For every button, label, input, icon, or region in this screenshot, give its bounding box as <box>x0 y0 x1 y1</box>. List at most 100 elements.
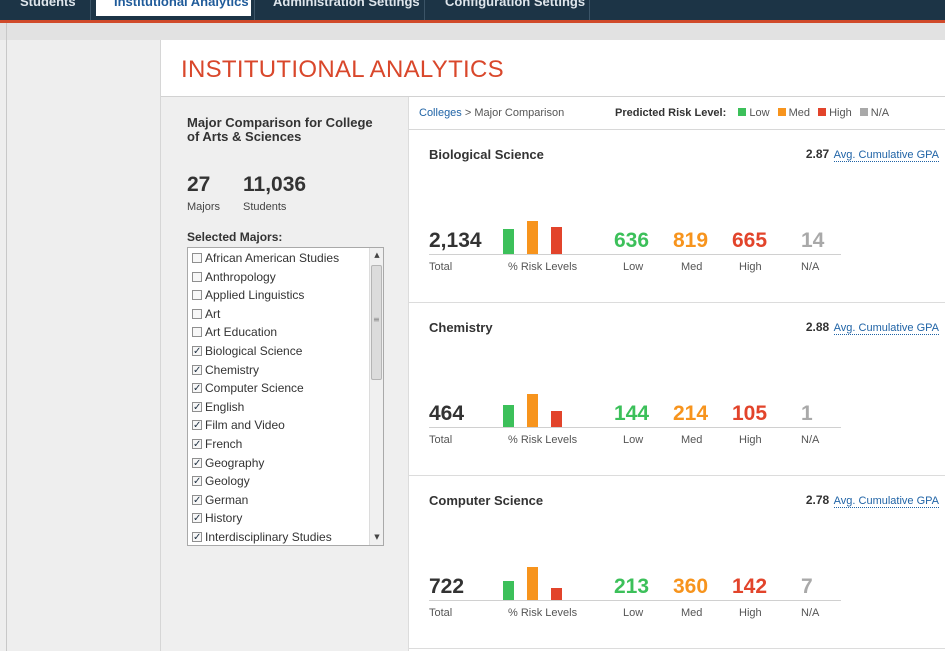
checked-checkbox[interactable] <box>192 417 202 435</box>
low-count: 636 <box>614 229 650 252</box>
low-label: Low <box>623 261 644 273</box>
major-list-item[interactable]: Film and Video <box>192 416 285 435</box>
tab-configuration-settings[interactable]: Configuration Settings <box>445 0 585 16</box>
avg-gpa-value: 2.87 <box>805 147 830 161</box>
major-list-item[interactable]: African American Studies <box>192 249 339 267</box>
major-list-item[interactable]: Applied Linguistics <box>192 286 304 304</box>
major-list-item[interactable]: Chemistry <box>192 361 259 380</box>
total-students: 2,134 <box>429 229 482 252</box>
major-label: Art <box>205 306 221 321</box>
major-label: African American Studies <box>205 251 340 265</box>
med-label: Med <box>681 434 703 446</box>
major-list-item[interactable]: Interdisciplinary Studies <box>192 528 332 545</box>
risk-legend: Predicted Risk Level: Low Med High N/A <box>615 107 891 119</box>
low-label: Low <box>623 434 644 446</box>
listbox-scrollbar[interactable]: ▲ ≡ ▼ <box>369 248 383 545</box>
scroll-up-icon[interactable]: ▲ <box>372 251 382 259</box>
low-risk-bar <box>503 581 514 601</box>
med-label: Med <box>681 261 703 273</box>
major-label: Geography <box>205 455 265 470</box>
major-list-item[interactable]: English <box>192 398 244 417</box>
page-title: INSTITUTIONAL ANALYTICS <box>181 56 504 83</box>
med-risk-bar <box>527 394 538 428</box>
total-label: Total <box>429 434 453 446</box>
checkbox[interactable] <box>192 327 202 338</box>
na-swatch <box>859 108 868 116</box>
checkbox[interactable] <box>192 290 202 301</box>
checkbox[interactable] <box>192 271 202 282</box>
tab-students[interactable]: Students <box>20 0 76 16</box>
med-swatch <box>777 108 786 116</box>
avg-gpa-link[interactable]: Avg. Cumulative GPA <box>833 322 939 335</box>
major-list-item[interactable]: Geography <box>192 454 265 473</box>
major-name: Chemistry <box>429 320 493 335</box>
major-list-item[interactable]: Geology <box>192 472 250 491</box>
major-label: Art Education <box>205 325 278 340</box>
major-card: Computer Science 2.78 Avg. Cumulative GP… <box>409 476 945 649</box>
major-list-item[interactable]: Art Education <box>192 323 277 341</box>
major-list-item[interactable]: Computer Science <box>192 379 304 398</box>
na-count: 1 <box>801 402 813 425</box>
high-count: 665 <box>732 229 768 252</box>
checked-checkbox[interactable] <box>192 455 202 473</box>
avg-gpa-link[interactable]: Avg. Cumulative GPA <box>833 495 939 508</box>
checked-checkbox[interactable] <box>192 399 202 417</box>
major-label: Interdisciplinary Studies <box>205 530 332 544</box>
high-risk-bar <box>551 411 562 428</box>
checked-checkbox[interactable] <box>192 492 202 510</box>
checked-checkbox[interactable] <box>192 380 202 398</box>
low-count: 144 <box>614 402 650 425</box>
legend-low: Low <box>749 107 770 119</box>
sub-header-band <box>0 23 945 40</box>
sidebar: Major Comparison for College of Arts & S… <box>161 97 408 651</box>
scroll-down-icon[interactable]: ▼ <box>372 533 382 541</box>
grip-icon: ≡ <box>373 315 380 324</box>
avg-gpa-link[interactable]: Avg. Cumulative GPA <box>833 149 939 162</box>
major-label: History <box>205 511 243 526</box>
major-label: Film and Video <box>205 418 285 433</box>
tab-administration-settings[interactable]: Administration Settings <box>273 0 420 16</box>
high-label: High <box>739 434 762 446</box>
na-count: 14 <box>801 229 825 252</box>
total-students: 464 <box>429 402 465 425</box>
checked-checkbox[interactable] <box>192 510 202 528</box>
high-risk-bar <box>551 227 562 255</box>
checked-checkbox[interactable] <box>192 362 202 380</box>
tab-divider <box>90 0 91 20</box>
checked-checkbox[interactable] <box>192 343 202 361</box>
high-count: 142 <box>732 575 768 598</box>
tab-divider <box>424 0 425 20</box>
scrollbar-thumb[interactable]: ≡ <box>371 265 382 380</box>
major-list-item[interactable]: French <box>192 435 242 454</box>
legend-med: Med <box>788 107 810 119</box>
low-swatch <box>738 108 747 116</box>
checked-checkbox[interactable] <box>192 473 202 491</box>
low-count: 213 <box>614 575 650 598</box>
breadcrumb: Colleges > Major Comparison <box>419 107 564 119</box>
major-list-item[interactable]: History <box>192 509 243 528</box>
high-label: High <box>739 607 762 619</box>
low-risk-bar <box>503 405 514 428</box>
checkbox[interactable] <box>192 308 202 319</box>
high-label: High <box>739 261 762 273</box>
comparison-heading: Major Comparison for College of Arts & S… <box>187 115 373 144</box>
na-label: N/A <box>801 607 820 619</box>
tab-institutional-analytics[interactable]: Institutional Analytics <box>96 0 251 16</box>
top-navigation: Students Institutional Analytics Adminis… <box>0 0 945 20</box>
breadcrumb-colleges-link[interactable]: Colleges <box>419 107 462 119</box>
checkbox[interactable] <box>192 253 202 263</box>
major-list-item[interactable]: Biological Science <box>192 342 302 361</box>
checked-checkbox[interactable] <box>192 529 202 545</box>
med-risk-bar <box>527 567 538 601</box>
legend-title: Predicted Risk Level: <box>615 107 727 119</box>
major-list-item[interactable]: German <box>192 491 248 510</box>
major-list-item[interactable]: Anthropology <box>192 268 276 286</box>
students-count: 11,036 <box>243 173 307 196</box>
major-list-item[interactable]: Art <box>192 305 220 323</box>
students-label: Students <box>243 201 287 213</box>
total-label: Total <box>429 261 453 273</box>
checked-checkbox[interactable] <box>192 436 202 454</box>
majors-listbox[interactable]: African American Studies Anthropology Appl… <box>187 247 384 546</box>
avg-gpa: 2.87 Avg. Cumulative GPA <box>805 147 939 162</box>
stat-baseline <box>429 254 841 255</box>
